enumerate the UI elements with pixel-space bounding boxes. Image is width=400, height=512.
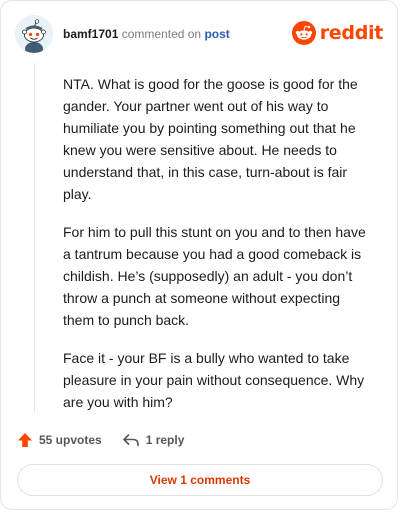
reddit-wordmark: reddit [319, 22, 384, 44]
commented-on-text: commented on [121, 27, 202, 41]
comment-body: NTA. What is good for the goose is good … [63, 73, 371, 429]
upvote-button[interactable]: 55 upvotes [17, 432, 102, 448]
comment-paragraph: For him to pull this stunt on you and to… [63, 224, 366, 328]
upvote-arrow-icon [18, 433, 32, 447]
reddit-logo[interactable]: reddit [291, 19, 384, 47]
thread-line[interactable] [34, 63, 35, 413]
comment-actions: 55 upvotes 1 reply [17, 429, 184, 451]
upvote-count: 55 upvotes [39, 433, 102, 447]
comment-paragraph: NTA. What is good for the goose is good … [63, 76, 358, 202]
comment-header: bamf1701 commented on post reddit [15, 15, 383, 55]
reply-button[interactable]: 1 reply [122, 432, 185, 448]
comment-paragraph: Face it - your BF is a bully who wanted … [63, 350, 365, 410]
reddit-logo-icon [291, 21, 316, 45]
comment-card: bamf1701 commented on post reddit NTA. W… [0, 0, 398, 510]
reply-count: 1 reply [145, 433, 185, 447]
snoo-avatar-icon [15, 15, 53, 53]
view-comments-button[interactable]: View 1 comments [17, 464, 383, 496]
reply-arrow-icon [122, 434, 139, 447]
comment-byline: bamf1701 commented on post [63, 27, 230, 41]
username-link[interactable]: bamf1701 [63, 27, 118, 41]
user-avatar[interactable] [15, 15, 53, 53]
post-link[interactable]: post [204, 27, 229, 41]
